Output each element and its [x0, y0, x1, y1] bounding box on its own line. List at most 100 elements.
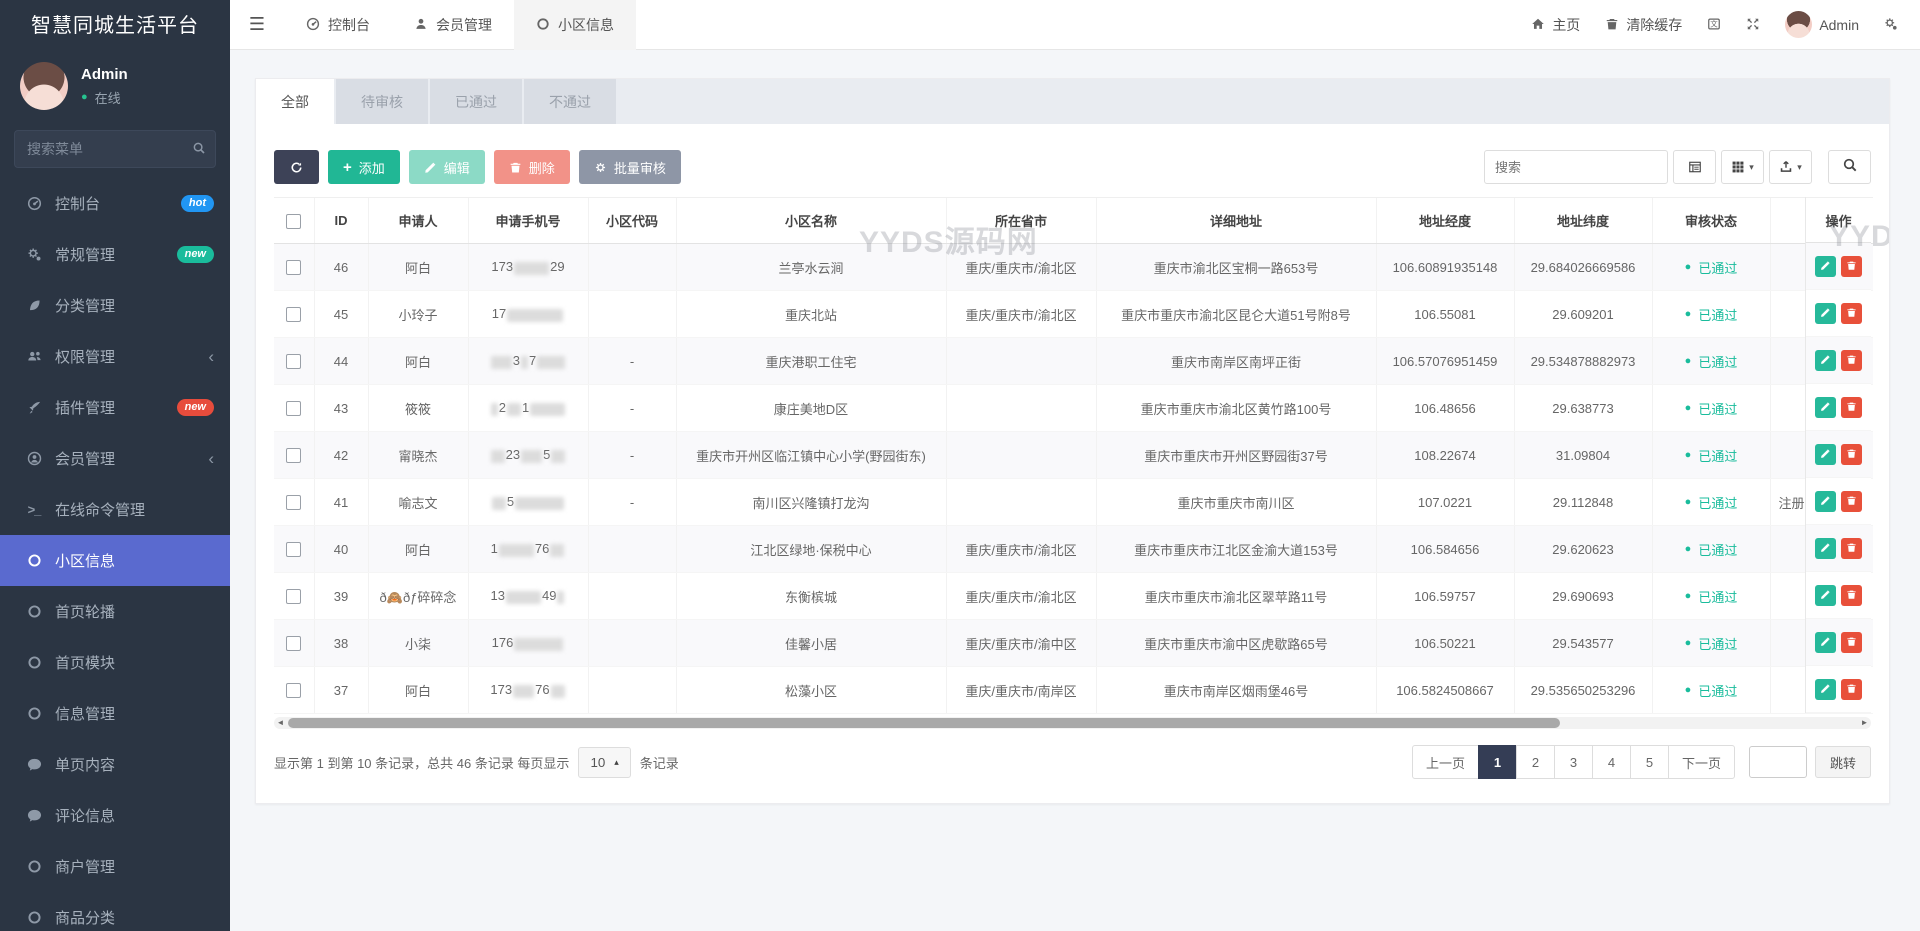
row-checkbox[interactable] [286, 260, 302, 276]
row-edit-button[interactable] [1815, 678, 1836, 700]
circle-icon [24, 655, 44, 670]
leaf-icon [24, 298, 44, 313]
cell-code [587, 572, 676, 620]
row-delete-button[interactable] [1841, 255, 1862, 277]
row-checkbox[interactable] [286, 683, 302, 699]
page-button-2[interactable]: 2 [1515, 745, 1555, 779]
clear-cache-button[interactable]: 清除缓存 [1605, 15, 1682, 35]
row-edit-button[interactable] [1815, 396, 1836, 418]
export-button[interactable]: ▾ [1769, 150, 1812, 184]
column-header: 审核状态 [1651, 197, 1770, 244]
batch-audit-button[interactable]: 批量审核 [578, 150, 681, 184]
row-checkbox[interactable] [286, 636, 302, 652]
filter-tab-4[interactable]: 不通过 [524, 79, 616, 124]
sidebar-item-3[interactable]: 分类管理 [0, 280, 230, 331]
row-delete-button[interactable] [1841, 631, 1862, 653]
prev-page-button[interactable]: 上一页 [1411, 745, 1479, 779]
fullscreen-icon [1746, 17, 1760, 33]
row-delete-button[interactable] [1841, 302, 1862, 324]
trash-icon [1846, 495, 1857, 508]
add-button[interactable]: + 添加 [328, 150, 400, 184]
row-delete-button[interactable] [1841, 443, 1862, 465]
jump-page-input[interactable] [1748, 746, 1807, 778]
menu-toggle-button[interactable]: ☰ [230, 14, 284, 35]
page-button-3[interactable]: 3 [1553, 745, 1593, 779]
sidebar-item-1[interactable]: 控制台 hot [0, 178, 230, 229]
topbar-tab-3[interactable]: 小区信息 [514, 0, 636, 50]
filter-tab-1[interactable]: 全部 [256, 79, 334, 124]
topbar-tab-2[interactable]: 会员管理 [392, 0, 514, 50]
sidebar-item-14[interactable]: 商户管理 [0, 841, 230, 892]
delete-button[interactable]: 删除 [493, 150, 570, 184]
user-name: Admin [81, 65, 128, 83]
row-checkbox[interactable] [286, 589, 302, 605]
sidebar-item-5[interactable]: 插件管理 new [0, 382, 230, 433]
detail-view-button[interactable] [1673, 150, 1716, 184]
row-delete-button[interactable] [1841, 678, 1862, 700]
sidebar-item-4[interactable]: 权限管理 ‹ [0, 331, 230, 382]
search-submit-button[interactable] [1828, 150, 1871, 184]
refresh-button[interactable] [274, 150, 319, 184]
horizontal-scrollbar[interactable]: ◄ ► [274, 717, 1871, 729]
search-icon [1842, 157, 1858, 176]
row-edit-button[interactable] [1815, 490, 1836, 512]
scrollbar-thumb[interactable] [288, 718, 1560, 728]
sidebar-item-13[interactable]: 评论信息 [0, 790, 230, 841]
page-button-5[interactable]: 5 [1629, 745, 1669, 779]
sidebar-item-7[interactable]: >_ 在线命令管理 [0, 484, 230, 535]
language-button[interactable]: 文 [1707, 17, 1721, 33]
row-edit-button[interactable] [1815, 631, 1836, 653]
sidebar-item-6[interactable]: 会员管理 ‹ [0, 433, 230, 484]
topbar-tab-1[interactable]: 控制台 [284, 0, 392, 50]
page-button-4[interactable]: 4 [1591, 745, 1631, 779]
row-edit-button[interactable] [1815, 443, 1836, 465]
row-delete-button[interactable] [1841, 396, 1862, 418]
user-avatar[interactable] [20, 62, 68, 110]
menu-search-input[interactable] [14, 130, 216, 168]
cell-phone: 176 [467, 525, 588, 573]
cell-phone: 37 [467, 337, 588, 385]
scroll-left-icon[interactable]: ◄ [274, 717, 287, 729]
status-badge: ● 已通过 [1685, 352, 1738, 371]
page-button-1[interactable]: 1 [1477, 745, 1517, 779]
topbar-user[interactable]: Admin [1785, 11, 1859, 38]
scroll-right-icon[interactable]: ► [1858, 717, 1871, 729]
pencil-icon [1820, 542, 1831, 555]
sidebar-item-12[interactable]: 单页内容 [0, 739, 230, 790]
home-button[interactable]: 主页 [1531, 15, 1580, 35]
row-delete-button[interactable] [1841, 490, 1862, 512]
columns-button[interactable]: ▾ [1721, 150, 1764, 184]
table-search-input[interactable] [1484, 150, 1668, 184]
sidebar-item-9[interactable]: 首页轮播 [0, 586, 230, 637]
page-size-select[interactable]: 10 ▴ [578, 746, 631, 778]
row-checkbox[interactable] [286, 495, 302, 511]
pencil-icon [1820, 260, 1831, 273]
next-page-button[interactable]: 下一页 [1667, 745, 1735, 779]
row-checkbox[interactable] [286, 401, 302, 417]
settings-button[interactable] [1884, 17, 1898, 33]
row-checkbox[interactable] [286, 448, 302, 464]
select-all-checkbox[interactable] [286, 213, 302, 229]
status-badge: ● 已通过 [1685, 399, 1738, 418]
filter-tab-2[interactable]: 待审核 [336, 79, 428, 124]
sidebar-item-11[interactable]: 信息管理 [0, 688, 230, 739]
row-delete-button[interactable] [1841, 349, 1862, 371]
sidebar-item-10[interactable]: 首页模块 [0, 637, 230, 688]
row-checkbox[interactable] [286, 307, 302, 323]
filter-tab-3[interactable]: 已通过 [430, 79, 522, 124]
edit-button[interactable]: 编辑 [408, 150, 485, 184]
row-edit-button[interactable] [1815, 302, 1836, 324]
jump-button[interactable]: 跳转 [1814, 746, 1871, 778]
row-checkbox[interactable] [286, 354, 302, 370]
row-edit-button[interactable] [1815, 584, 1836, 606]
fullscreen-button[interactable] [1746, 17, 1760, 33]
row-delete-button[interactable] [1841, 537, 1862, 559]
sidebar-item-2[interactable]: 常规管理 new [0, 229, 230, 280]
row-edit-button[interactable] [1815, 349, 1836, 371]
sidebar-item-8[interactable]: 小区信息 [0, 535, 230, 586]
sidebar-item-15[interactable]: 商品分类 [0, 892, 230, 931]
row-checkbox[interactable] [286, 542, 302, 558]
row-delete-button[interactable] [1841, 584, 1862, 606]
row-edit-button[interactable] [1815, 255, 1836, 277]
row-edit-button[interactable] [1815, 537, 1836, 559]
